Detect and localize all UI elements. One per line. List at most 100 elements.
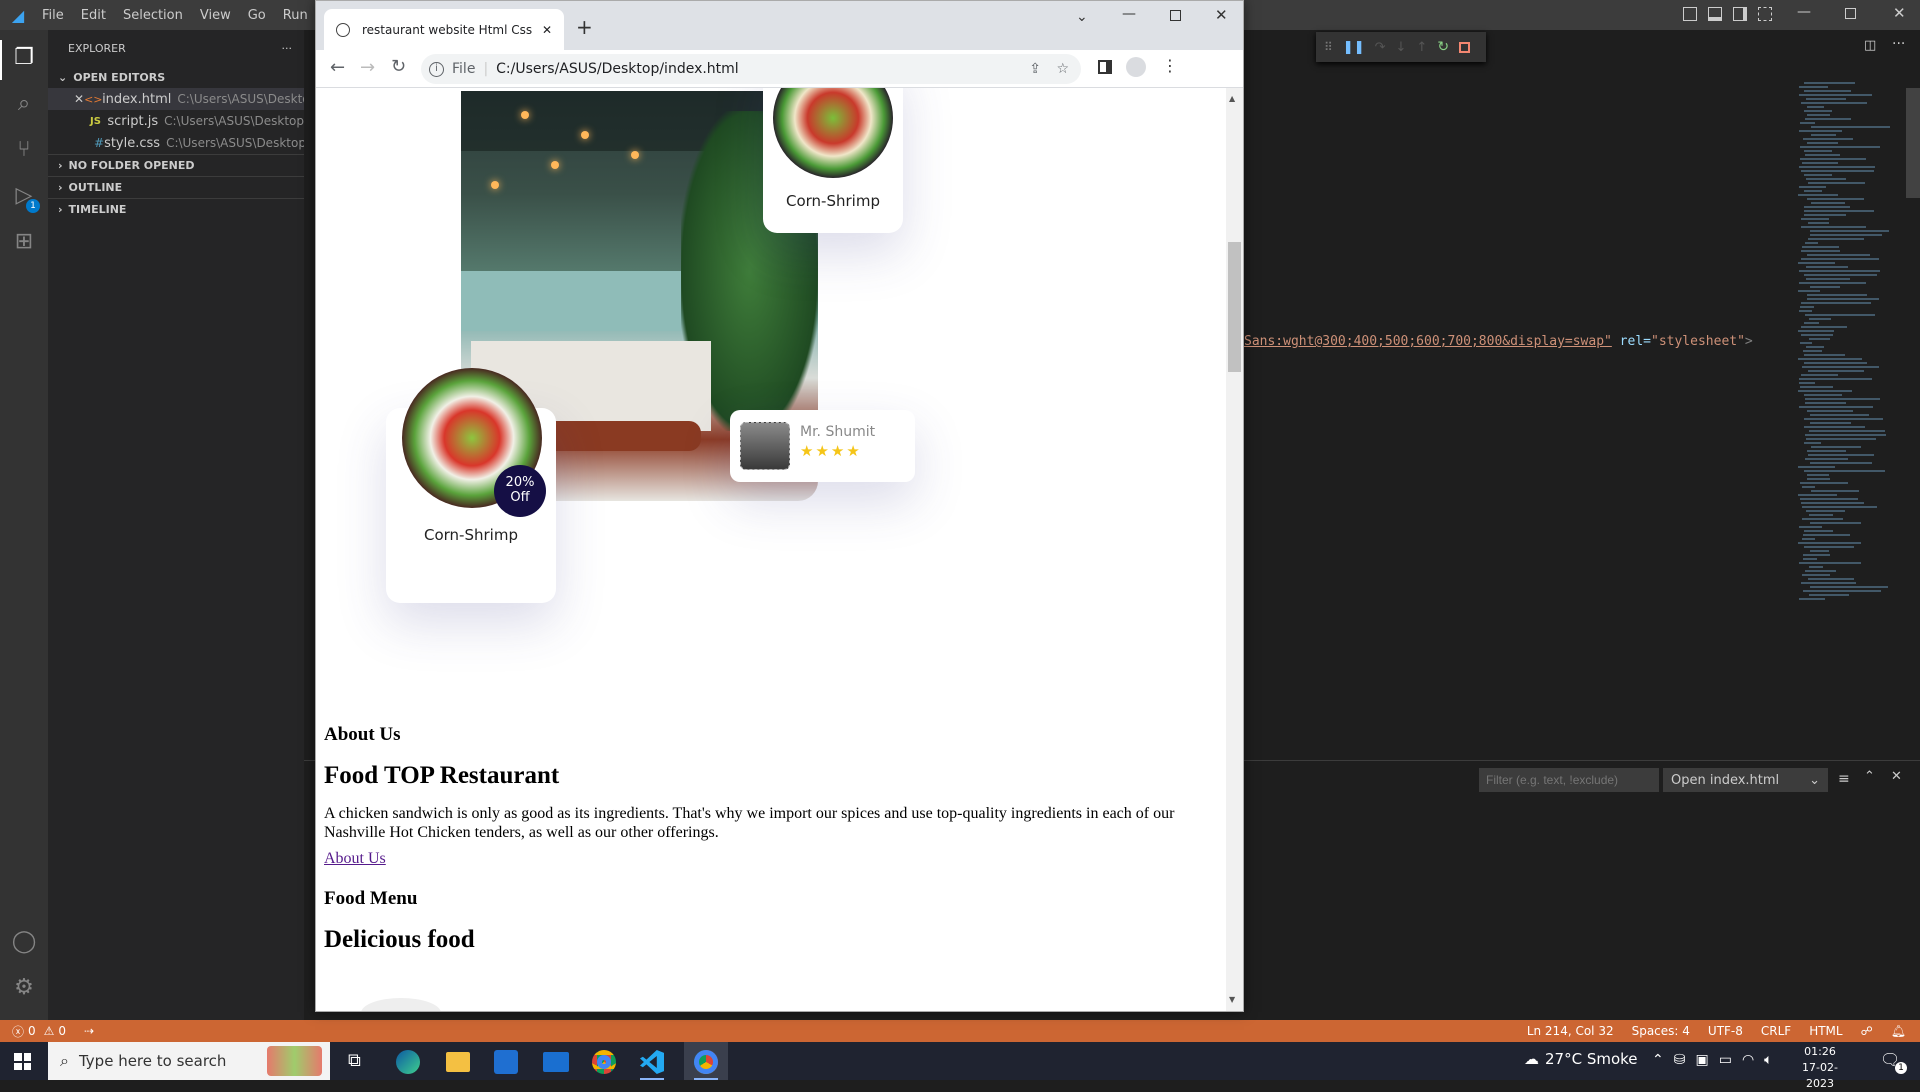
task-view-icon[interactable]: ⧉ [348,1050,361,1071]
toggle-panel-icon[interactable] [1708,7,1722,21]
tray-chevron-icon[interactable]: ⌃ [1652,1052,1664,1068]
restore-window-icon[interactable] [1845,8,1856,19]
maximize-panel-icon[interactable]: ⌃ [1864,769,1875,784]
open-editor-script-js[interactable]: JS script.js C:\Users\ASUS\Desktop [48,110,304,132]
menu-selection[interactable]: Selection [123,8,183,23]
split-editor-icon[interactable]: ◫ [1864,38,1876,53]
stop-icon[interactable] [1459,41,1471,53]
menu-view[interactable]: View [200,8,231,23]
review-card[interactable]: Mr. Shumit ★★★★ [730,410,915,482]
timeline-section[interactable]: › TIMELINE [48,198,304,220]
wifi-icon[interactable]: ◠ [1742,1052,1754,1068]
minimize-window-icon[interactable]: — [1797,4,1811,20]
close-tab-icon[interactable]: ✕ [542,23,552,37]
bookmark-star-icon[interactable]: ☆ [1056,61,1069,77]
maximize-browser-icon[interactable] [1170,10,1181,21]
open-editor-index-html[interactable]: ✕ <> index.html C:\Users\ASUS\Desktop [48,88,317,110]
browser-tab[interactable]: restaurant website Html Css ✕ [324,9,564,50]
page-scrollbar[interactable]: ▲ ▼ [1226,88,1243,1011]
source-control-icon[interactable]: ⑂ [10,136,38,164]
more-actions-icon[interactable]: ··· [1892,36,1905,52]
menu-edit[interactable]: Edit [81,8,106,23]
volume-icon[interactable]: 🔈︎ [1764,1052,1772,1068]
end-of-line[interactable]: CRLF [1761,1024,1791,1038]
code-line[interactable]: Sans:wght@300;400;500;600;700;800&displa… [1244,334,1753,349]
side-panel-icon[interactable] [1098,60,1112,74]
editor-scrollbar[interactable] [1906,88,1920,198]
close-panel-icon[interactable]: ✕ [1891,769,1902,784]
notifications-bell-icon[interactable]: 🔔︎ [1891,1024,1906,1038]
chrome-menu-icon[interactable]: ⋮ [1162,56,1178,75]
explorer-icon[interactable]: ❐ [10,44,38,72]
step-into-icon[interactable]: ↓ [1396,40,1407,55]
menu-file[interactable]: File [42,8,64,23]
back-icon[interactable]: ← [330,57,345,78]
encoding[interactable]: UTF-8 [1708,1024,1743,1038]
file-explorer-icon[interactable] [446,1052,470,1072]
reviewer-avatar [740,422,790,470]
search-icon[interactable]: ⌕ [10,90,38,118]
battery-icon[interactable]: ▭ [1719,1052,1732,1068]
settings-gear-icon[interactable]: ⚙ [10,974,38,1002]
clock[interactable]: 01:26 17-02-2023 [1790,1044,1850,1092]
scroll-up-icon[interactable]: ▲ [1229,94,1235,103]
taskbar-search-box[interactable]: ⌕ Type here to search [48,1042,330,1080]
mail-icon[interactable] [543,1052,569,1072]
toggle-secondary-sidebar-icon[interactable] [1733,7,1747,21]
chrome-active-icon[interactable] [694,1050,718,1074]
extensions-icon[interactable]: ⊞ [10,228,38,256]
chevron-down-icon: ⌄ [58,70,68,84]
info-icon[interactable]: i [429,61,444,77]
drag-handle-icon[interactable]: ⠿ [1324,40,1333,54]
ms-store-icon[interactable] [494,1050,518,1074]
no-folder-section[interactable]: › NO FOLDER OPENED [48,154,304,176]
scroll-down-icon[interactable]: ▼ [1229,995,1235,1004]
weather-widget[interactable]: ☁ 27°C Smoke [1524,1050,1638,1068]
restart-icon[interactable]: ↻ [1437,39,1449,55]
minimize-browser-icon[interactable]: — [1122,6,1136,22]
feedback-icon[interactable]: ☍ [1861,1024,1873,1038]
share-icon[interactable]: ⇪ [1029,61,1041,77]
toggle-primary-sidebar-icon[interactable] [1683,7,1697,21]
customize-layout-icon[interactable] [1758,7,1772,21]
tab-search-icon[interactable]: ⌄ [1076,9,1088,25]
vscode-icon[interactable] [640,1050,664,1074]
close-browser-icon[interactable]: ✕ [1215,6,1228,24]
accounts-icon[interactable]: ◯ [10,928,38,956]
language-mode[interactable]: HTML [1809,1024,1842,1038]
windows-start-icon[interactable] [14,1053,31,1070]
step-over-icon[interactable]: ↷ [1375,40,1386,55]
list-view-icon[interactable]: ≡ [1838,771,1850,787]
step-out-icon[interactable]: ↑ [1416,40,1427,55]
chrome-icon[interactable] [592,1050,616,1074]
close-editor-icon[interactable]: ✕ [74,92,84,106]
outline-section[interactable]: › OUTLINE [48,176,304,198]
panel-filter-input[interactable] [1479,768,1659,792]
minimap[interactable] [1794,82,1904,602]
cursor-position[interactable]: Ln 214, Col 32 [1527,1024,1614,1038]
open-editors-section[interactable]: ⌄ OPEN EDITORS [48,66,304,88]
forward-icon[interactable]: → [360,57,375,78]
pause-icon[interactable]: ❚❚ [1343,40,1365,55]
menu-run[interactable]: Run [283,8,308,23]
display-icon[interactable]: ▣ [1695,1052,1708,1068]
new-tab-button[interactable]: + [576,15,593,39]
minimap-line [1806,510,1845,512]
reload-icon[interactable]: ↻ [391,56,406,77]
scroll-thumb[interactable] [1228,242,1241,372]
url-text[interactable]: C:/Users/ASUS/Desktop/index.html [496,61,739,77]
food-card[interactable]: Corn-Shrimp [763,88,903,233]
problems-status[interactable]: ⓧ 0 ⚠ 0 ⇢ [12,1023,94,1040]
more-actions-icon[interactable]: ··· [282,42,293,55]
indentation[interactable]: Spaces: 4 [1632,1024,1690,1038]
address-bar[interactable]: i File | C:/Users/ASUS/Desktop/index.htm… [421,54,1081,84]
close-window-icon[interactable]: ✕ [1893,4,1906,22]
open-editor-style-css[interactable]: # style.css C:\Users\ASUS\Desktop [48,132,306,154]
about-us-link[interactable]: About Us [324,850,386,868]
edge-icon[interactable] [396,1050,420,1074]
live-share-icon[interactable]: ⇢ [84,1024,94,1038]
menu-go[interactable]: Go [248,8,266,23]
profile-avatar-icon[interactable] [1126,57,1146,77]
output-channel-select[interactable]: Open index.html ⌄ [1663,768,1828,792]
network-share-icon[interactable]: ⛁ [1674,1052,1686,1068]
